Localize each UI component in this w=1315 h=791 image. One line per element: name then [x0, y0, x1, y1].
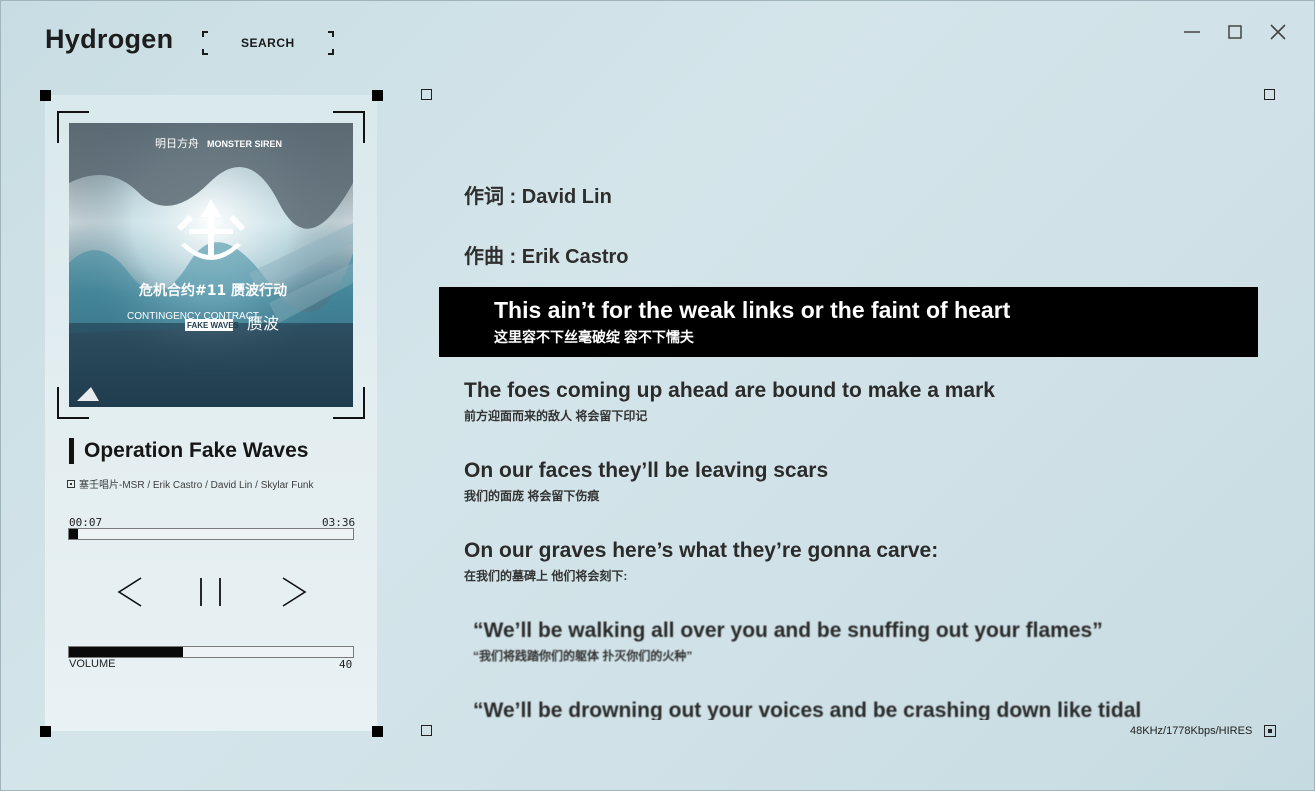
lyric-lyricist: 作词 : David Lin: [464, 186, 612, 208]
lyric-line[interactable]: “We’ll be drowning out your voices and b…: [473, 699, 1141, 720]
search-button[interactable]: SEARCH: [202, 31, 334, 55]
album-event-title: 危机合约#11 赝波行动: [138, 282, 287, 299]
artist-icon: [67, 479, 75, 488]
resize-handle[interactable]: [40, 90, 51, 101]
volume-label: VOLUME: [69, 658, 116, 670]
progress-bar[interactable]: [68, 528, 354, 540]
lyric-line-active[interactable]: This ain’t for the weak links or the fai…: [439, 287, 1258, 357]
album-operation-cn: 赝波: [247, 314, 279, 333]
lyric-en: “We’ll be walking all over you and be sn…: [473, 619, 1103, 642]
album-logo-left: 明日方舟: [155, 136, 199, 150]
lyric-zh: 我们的面庞 将会留下伤痕: [464, 489, 600, 503]
lyrics-panel[interactable]: 作词 : David Lin 作曲 : Erik Castro This ain…: [427, 100, 1270, 720]
next-button[interactable]: [278, 576, 308, 608]
audio-quality-icon[interactable]: [1264, 725, 1276, 737]
minimize-icon: [1184, 31, 1200, 33]
lyric-zh: 在我们的墓碑上 他们将会刻下:: [464, 569, 628, 583]
search-bracket: [202, 49, 208, 55]
lyric-en: The foes coming up ahead are bound to ma…: [464, 379, 995, 402]
resize-handle[interactable]: [421, 725, 432, 736]
resize-handle[interactable]: [372, 726, 383, 737]
pause-icon: [200, 578, 221, 606]
maximize-button[interactable]: [1223, 20, 1247, 44]
lyric-active-en: This ain’t for the weak links or the fai…: [494, 297, 1011, 323]
chevron-right-icon: [282, 577, 307, 607]
search-bracket: [202, 31, 208, 37]
track-title: Operation Fake Waves: [69, 438, 308, 464]
previous-button[interactable]: [116, 576, 146, 608]
audio-quality-info: 48KHz/1778Kbps/HIRES: [1130, 725, 1253, 737]
chevron-left-icon: [117, 577, 142, 607]
search-bracket: [328, 49, 334, 55]
lyric-composer: 作曲 : Erik Castro: [464, 246, 629, 268]
lyric-en: On our faces they’ll be leaving scars: [464, 459, 829, 482]
lyric-zh: “我们将践踏你们的躯体 扑灭你们的火种”: [473, 649, 693, 663]
track-artists: 塞壬唱片-MSR / Erik Castro / David Lin / Sky…: [67, 476, 314, 491]
close-icon: [1270, 24, 1286, 40]
lyric-line[interactable]: On our faces they’ll be leaving scars 我们…: [464, 459, 828, 504]
track-artists-text: 塞壬唱片-MSR / Erik Castro / David Lin / Sky…: [79, 480, 314, 491]
resize-handle[interactable]: [372, 90, 383, 101]
album-art[interactable]: 危机合约#11 赝波行动 CONTINGENCY CONTRACT FAKE W…: [69, 123, 353, 407]
app-title: Hydrogen: [45, 24, 174, 54]
lyric-zh: 前方迎面而来的敌人 将会留下印记: [464, 409, 648, 423]
lyric-line[interactable]: On our graves here’s what they’re gonna …: [464, 539, 938, 584]
album-art-image: 危机合约#11 赝波行动 CONTINGENCY CONTRACT FAKE W…: [69, 123, 353, 407]
volume-fill: [69, 647, 183, 657]
lyric-en: “We’ll be drowning out your voices and b…: [473, 699, 1142, 720]
lyric-line[interactable]: The foes coming up ahead are bound to ma…: [464, 379, 995, 424]
album-operation-name: FAKE WAVES: [187, 321, 240, 330]
resize-handle[interactable]: [1264, 89, 1275, 100]
close-button[interactable]: [1266, 20, 1290, 44]
resize-handle[interactable]: [40, 726, 51, 737]
pause-button[interactable]: [196, 576, 226, 608]
album-logo-right: MONSTER SIREN: [207, 139, 282, 149]
resize-handle[interactable]: [421, 89, 432, 100]
lyric-active-zh: 这里容不下丝毫破绽 容不下懦夫: [494, 329, 694, 345]
lyric-en: On our graves here’s what they’re gonna …: [464, 539, 939, 562]
volume-value: 40: [339, 658, 353, 671]
volume-slider[interactable]: [68, 646, 354, 658]
search-label: SEARCH: [241, 36, 295, 50]
lyric-line[interactable]: “We’ll be walking all over you and be sn…: [473, 619, 1103, 664]
search-bracket: [328, 31, 334, 37]
minimize-button[interactable]: [1180, 20, 1204, 44]
maximize-icon: [1228, 25, 1242, 39]
progress-fill: [69, 529, 79, 539]
